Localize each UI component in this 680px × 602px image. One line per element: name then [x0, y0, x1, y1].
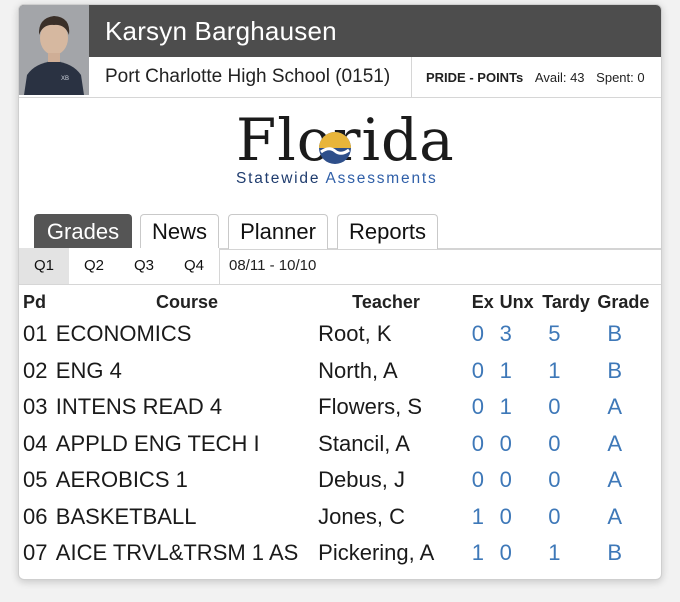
table-row[interactable]: 01 ECONOMICS Root, K 0 3 5 B: [19, 316, 661, 353]
student-photo: XB: [19, 5, 89, 95]
table-header-row: Pd Course Teacher Ex Unx Tardy Grade: [19, 288, 661, 316]
grade[interactable]: B: [597, 316, 661, 353]
header-unx: Unx: [499, 291, 534, 312]
teacher: Root, K: [318, 321, 392, 347]
pride-points: PRIDE - POINTs Avail: 43 Spent: 0: [426, 70, 645, 85]
logo-subtitle: Statewide Assessments: [236, 170, 446, 188]
student-card: XB Karsyn Barghausen Port Charlotte High…: [18, 4, 662, 580]
ex-count[interactable]: 0: [472, 353, 500, 390]
profile-header: Karsyn Barghausen: [19, 5, 661, 57]
table-row[interactable]: 05 AEROBICS 1 Debus, J 0 0 0 A: [19, 462, 661, 499]
teacher: North, A: [318, 357, 398, 383]
grade[interactable]: B: [597, 353, 661, 390]
course: BASKETBALL: [55, 503, 197, 529]
course: ECONOMICS: [55, 321, 192, 347]
table-row[interactable]: 07 AICE TRVL&TRSM 1 AS Pickering, A 1 0 …: [19, 535, 661, 572]
teacher: Jones, C: [318, 503, 405, 529]
tardy-count[interactable]: 0: [542, 462, 597, 499]
tardy-count[interactable]: 0: [542, 426, 597, 463]
main-tabs: Grades News Planner Reports: [19, 208, 661, 250]
grades-table-body: 01 ECONOMICS Root, K 0 3 5 B 02 ENG 4 No…: [19, 316, 661, 572]
header-pd: Pd: [23, 291, 47, 312]
unx-count[interactable]: 1: [500, 389, 543, 426]
tab-reports[interactable]: Reports: [337, 214, 438, 249]
unx-count[interactable]: 3: [500, 316, 543, 353]
tab-planner[interactable]: Planner: [228, 214, 328, 249]
tardy-count[interactable]: 5: [542, 316, 597, 353]
grade[interactable]: B: [597, 535, 661, 572]
unx-count[interactable]: 0: [500, 499, 543, 536]
ex-count[interactable]: 0: [472, 316, 500, 353]
grade[interactable]: A: [597, 389, 661, 426]
divider: [411, 57, 412, 97]
teacher: Debus, J: [318, 467, 405, 493]
table-row[interactable]: 06 BASKETBALL Jones, C 1 0 0 A: [19, 499, 661, 536]
header-grade: Grade: [597, 291, 650, 312]
table-row[interactable]: 02 ENG 4 North, A 0 1 1 B: [19, 353, 661, 390]
quarter-q1[interactable]: Q1: [19, 248, 70, 284]
table-row[interactable]: 04 APPLD ENG TECH I Stancil, A 0 0 0 A: [19, 426, 661, 463]
school-name: Port Charlotte High School (0151): [105, 66, 391, 87]
ex-count[interactable]: 1: [472, 499, 500, 536]
tardy-count[interactable]: 1: [542, 535, 597, 572]
period: 02: [23, 357, 48, 383]
ex-count[interactable]: 0: [472, 389, 500, 426]
profile-subheader: Port Charlotte High School (0151) PRIDE …: [19, 57, 661, 98]
unx-count[interactable]: 0: [500, 462, 543, 499]
tardy-count[interactable]: 1: [542, 353, 597, 390]
sun-wave-icon: [319, 132, 351, 164]
logo-sub-statewide: Statewide: [236, 170, 321, 187]
quarter-q4[interactable]: Q4: [169, 248, 220, 284]
period: 01: [23, 321, 48, 347]
tardy-count[interactable]: 0: [542, 389, 597, 426]
unx-count[interactable]: 0: [500, 426, 543, 463]
period: 05: [23, 467, 48, 493]
header-teacher: Teacher: [352, 291, 420, 312]
student-name: Karsyn Barghausen: [105, 16, 337, 46]
grades-table: Pd Course Teacher Ex Unx Tardy Grade 01 …: [19, 288, 661, 572]
tardy-count[interactable]: 0: [542, 499, 597, 536]
ex-count[interactable]: 0: [472, 462, 500, 499]
header-tardy: Tardy: [542, 291, 590, 312]
teacher: Pickering, A: [318, 540, 435, 566]
logo-banner: Florida Statewide Assessments: [19, 98, 661, 208]
teacher: Flowers, S: [318, 394, 423, 420]
florida-statewide-assessments-logo: Florida Statewide Assessments: [236, 108, 454, 198]
avatar: XB: [19, 5, 89, 95]
tab-grades[interactable]: Grades: [34, 214, 132, 249]
period: 03: [23, 394, 48, 420]
header-course: Course: [155, 291, 218, 312]
course: ENG 4: [55, 357, 122, 383]
course: AICE TRVL&TRSM 1 AS: [55, 540, 299, 566]
period: 07: [23, 540, 48, 566]
table-row[interactable]: 03 INTENS READ 4 Flowers, S 0 1 0 A: [19, 389, 661, 426]
course: INTENS READ 4: [55, 394, 223, 420]
course: AEROBICS 1: [55, 467, 188, 493]
grade[interactable]: A: [597, 426, 661, 463]
pride-points-label: PRIDE - POINTs: [426, 70, 524, 85]
period: 06: [23, 503, 48, 529]
teacher: Stancil, A: [318, 430, 410, 456]
unx-count[interactable]: 1: [500, 353, 543, 390]
pride-avail: Avail: 43: [534, 70, 585, 85]
ex-count[interactable]: 1: [472, 535, 500, 572]
grade[interactable]: A: [597, 499, 661, 536]
logo-sub-assessments: Assessments: [325, 170, 438, 187]
pride-spent: Spent: 0: [596, 70, 645, 85]
unx-count[interactable]: 0: [500, 535, 543, 572]
tab-news[interactable]: News: [140, 214, 219, 249]
svg-text:XB: XB: [61, 76, 69, 82]
course: APPLD ENG TECH I: [55, 430, 260, 456]
period: 04: [23, 430, 48, 456]
quarter-q3[interactable]: Q3: [119, 248, 170, 284]
ex-count[interactable]: 0: [472, 426, 500, 463]
header-ex: Ex: [471, 291, 494, 312]
date-range: 08/11 - 10/10: [229, 257, 317, 274]
quarter-selector: Q1 Q2 Q3 Q4 08/11 - 10/10: [19, 248, 661, 285]
grade[interactable]: A: [597, 462, 661, 499]
quarter-q2[interactable]: Q2: [69, 248, 120, 284]
